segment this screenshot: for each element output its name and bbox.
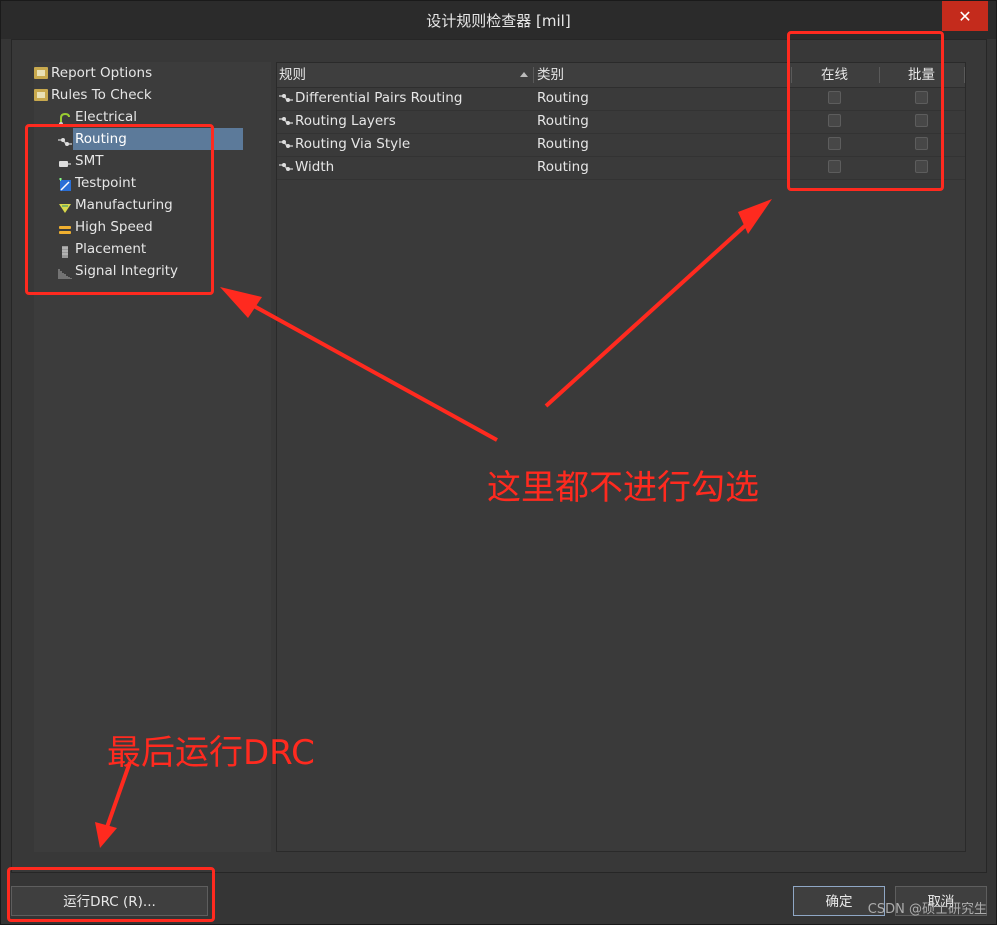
rule-category: Routing <box>537 159 589 175</box>
rule-name: Differential Pairs Routing <box>295 90 463 106</box>
tree-item-rules-to-check[interactable]: Rules To Check <box>34 84 152 106</box>
routing-rule-icon <box>279 94 293 102</box>
annotation-box-categories <box>25 124 214 295</box>
folder-icon <box>34 67 48 79</box>
column-divider <box>964 67 965 83</box>
routing-rule-icon <box>279 140 293 148</box>
column-header-category[interactable]: 类别 <box>537 63 564 87</box>
close-button[interactable]: ✕ <box>942 1 988 31</box>
annotation-no-check-note: 这里都不进行勾选 <box>487 468 759 508</box>
routing-rule-icon <box>279 117 293 125</box>
annotation-box-checkboxes <box>787 31 944 191</box>
annotation-box-run-drc <box>7 867 215 922</box>
rule-name: Width <box>295 159 335 175</box>
rule-category: Routing <box>537 90 589 106</box>
electrical-icon <box>58 111 72 126</box>
tree-item-report-options[interactable]: Report Options <box>34 62 152 84</box>
annotation-run-drc-note: 最后运行DRC <box>107 733 315 773</box>
routing-rule-icon <box>279 163 293 171</box>
sort-ascending-icon <box>520 72 528 77</box>
rule-category: Routing <box>537 113 589 129</box>
rule-name: Routing Via Style <box>295 136 411 152</box>
folder-icon <box>34 89 48 101</box>
rule-name: Routing Layers <box>295 113 396 129</box>
column-header-rule[interactable]: 规则 <box>279 63 306 87</box>
watermark: CSDN @硕士研究生 <box>867 902 987 917</box>
dialog-title: 设计规则检查器 [mil] <box>426 11 571 30</box>
rule-category: Routing <box>537 136 589 152</box>
column-divider[interactable] <box>533 67 534 83</box>
